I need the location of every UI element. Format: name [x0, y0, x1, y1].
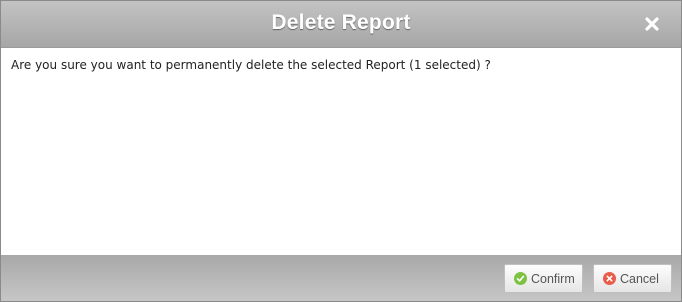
dialog-body: Are you sure you want to permanently del…	[1, 48, 681, 255]
cancel-button[interactable]: Cancel	[593, 264, 672, 293]
x-circle-icon	[603, 272, 616, 285]
cancel-label: Cancel	[620, 271, 659, 286]
confirm-label: Confirm	[531, 271, 575, 286]
close-icon	[641, 13, 663, 35]
confirmation-message: Are you sure you want to permanently del…	[11, 58, 491, 72]
check-circle-icon	[514, 272, 527, 285]
dialog-footer: Confirm Cancel	[1, 255, 681, 301]
dialog-title: Delete Report	[271, 11, 411, 34]
close-button[interactable]	[641, 13, 663, 35]
confirm-button[interactable]: Confirm	[504, 264, 583, 293]
dialog-header: Delete Report	[1, 1, 681, 48]
delete-report-dialog: Delete Report Are you sure you want to p…	[0, 0, 682, 302]
